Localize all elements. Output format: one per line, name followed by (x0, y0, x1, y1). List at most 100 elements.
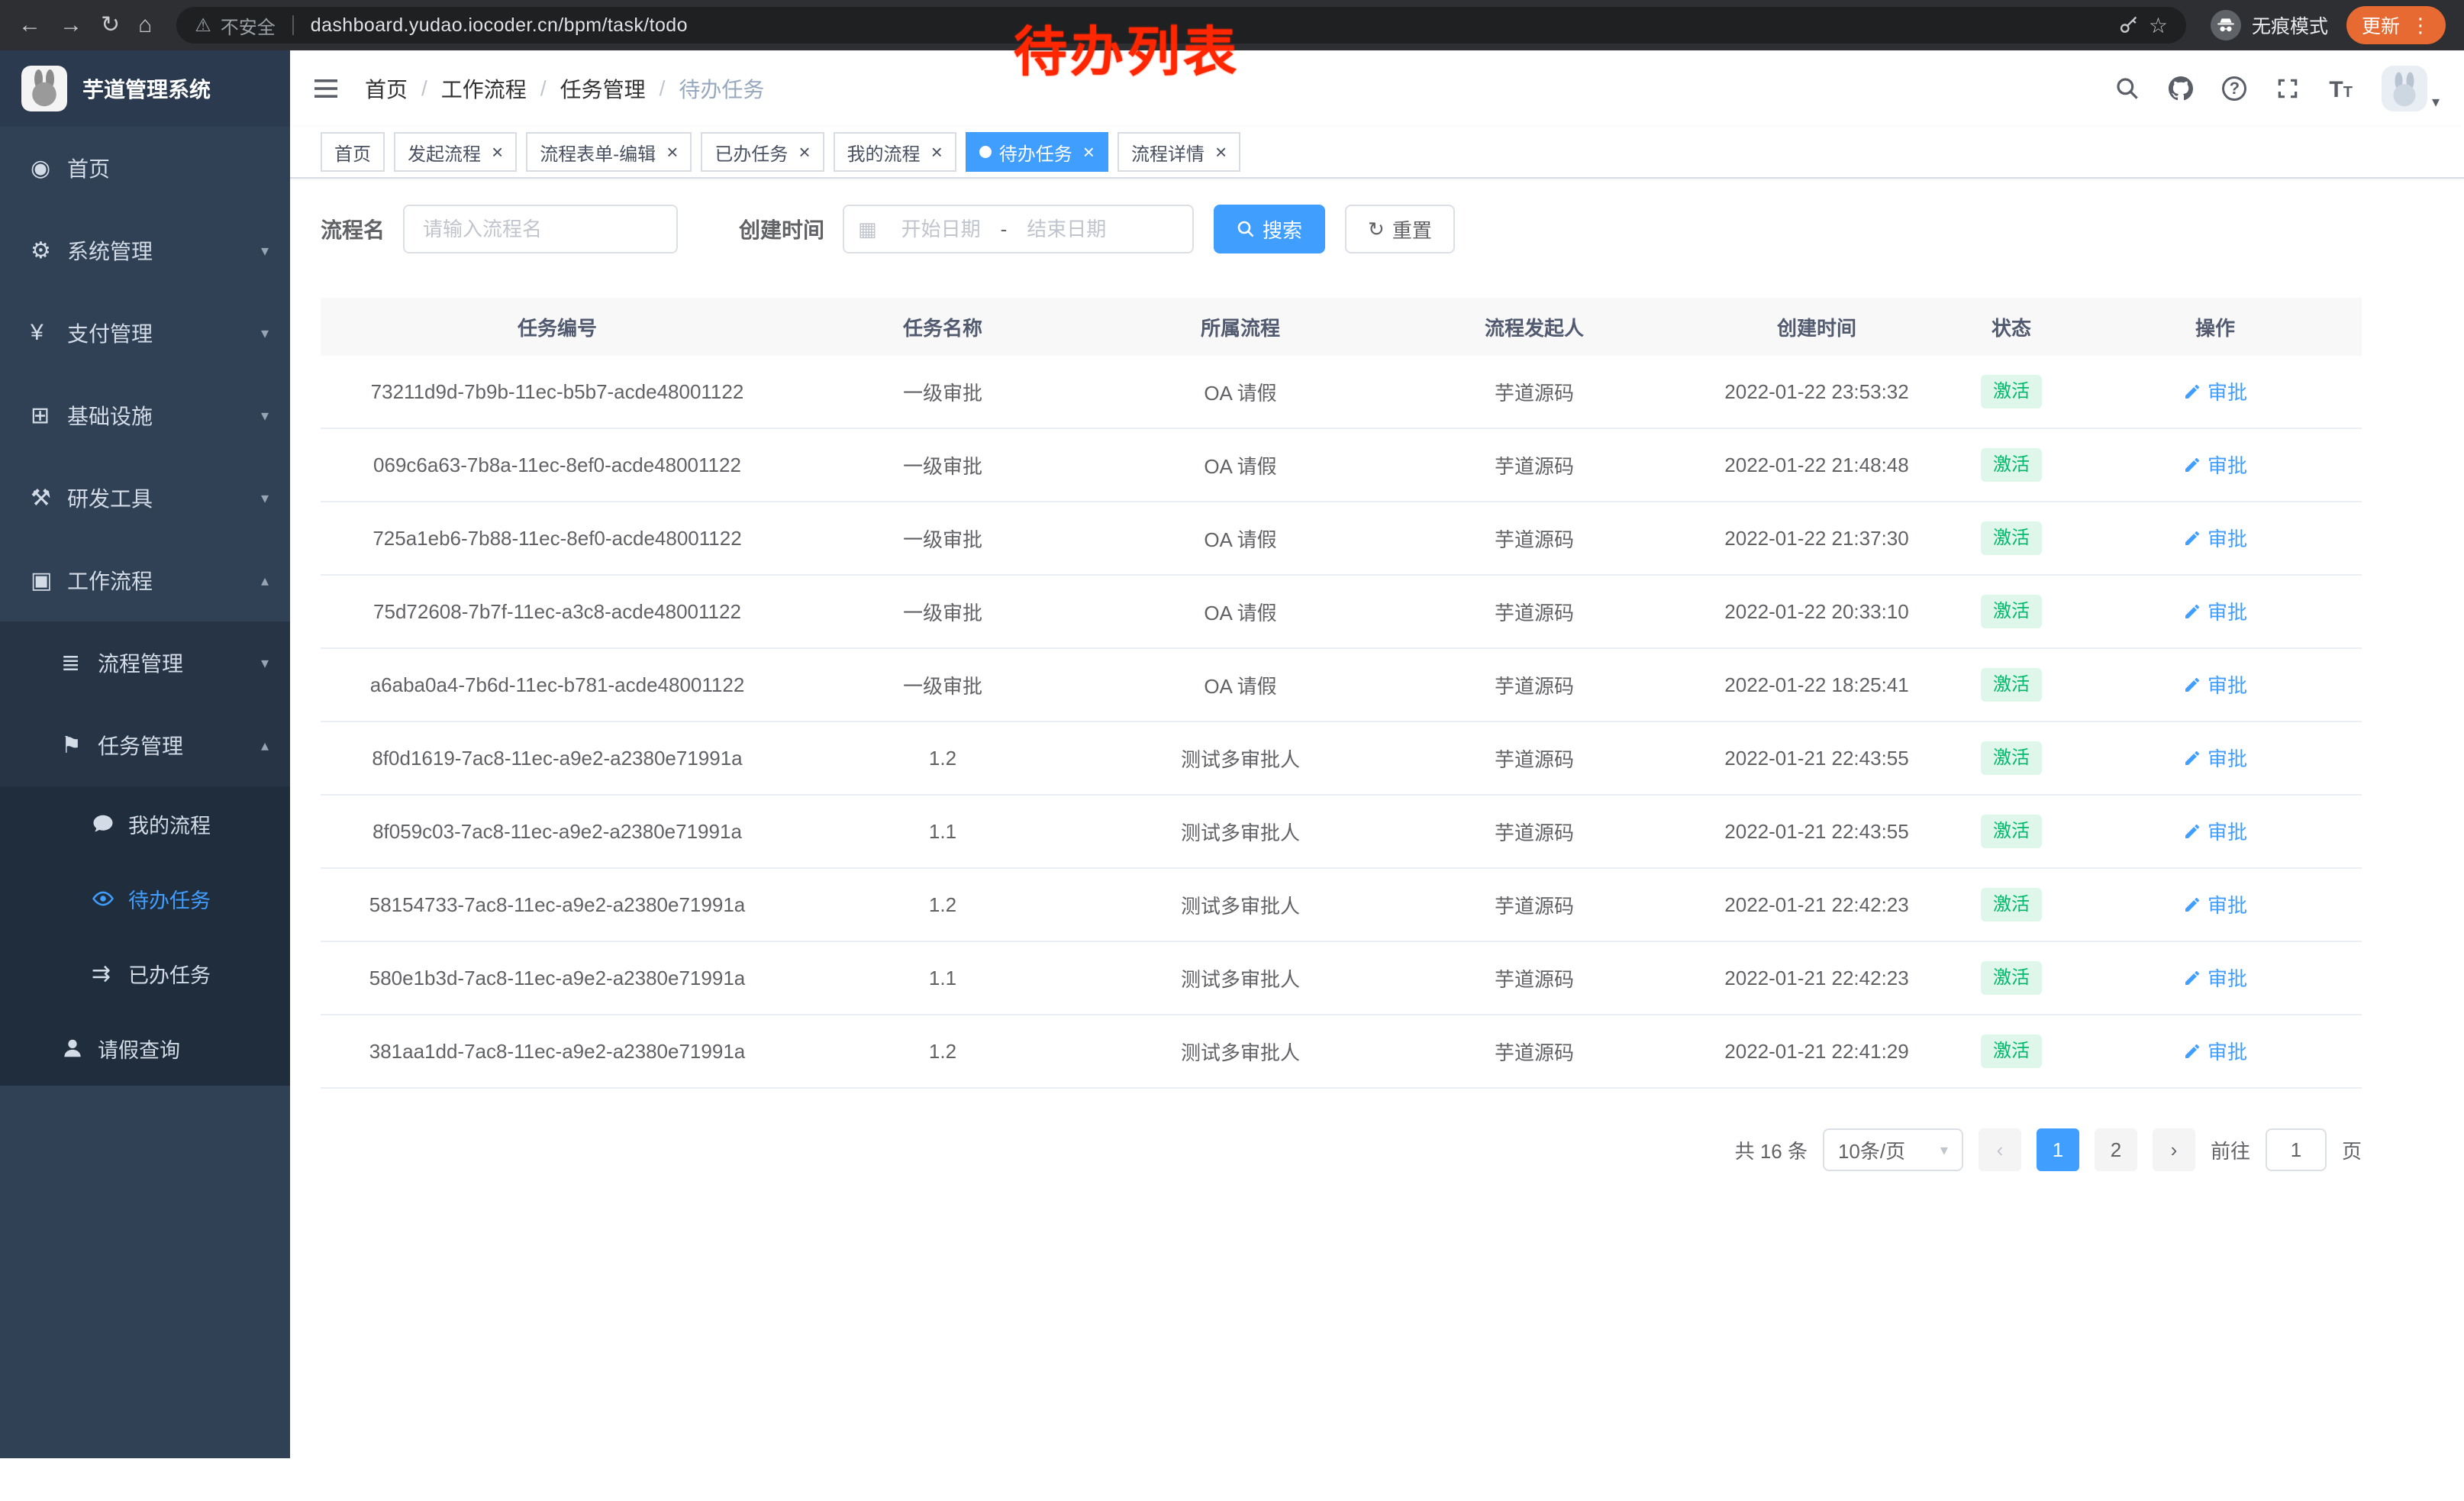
key-icon[interactable] (2118, 15, 2140, 36)
page-size-select[interactable]: 10条/页 ▾ (1823, 1128, 1963, 1171)
approve-button[interactable]: 审批 (2183, 670, 2247, 699)
reload-icon[interactable]: ↻ (101, 14, 120, 37)
user-menu[interactable]: ▾ (2382, 66, 2440, 111)
start-date-input[interactable] (883, 218, 999, 241)
total-count: 共 16 条 (1735, 1136, 1808, 1164)
cell-initiator: 芋道源码 (1389, 525, 1679, 553)
approve-button[interactable]: 审批 (2183, 597, 2247, 625)
tab[interactable]: 流程表单-编辑 × (526, 132, 692, 172)
sidebar-item-todo-tasks[interactable]: 待办任务 (0, 861, 290, 936)
approve-button[interactable]: 审批 (2183, 1037, 2247, 1065)
search-button[interactable]: 搜索 (1214, 205, 1325, 253)
bookmark-star-icon[interactable]: ☆ (2149, 13, 2168, 38)
close-icon[interactable]: × (798, 142, 810, 162)
font-size-icon[interactable]: TT (2329, 75, 2353, 103)
cell-task-name: 1.2 (794, 1040, 1092, 1064)
sidebar-item-infrastructure[interactable]: ⊞ 基础设施 ▾ (0, 374, 290, 457)
approve-button[interactable]: 审批 (2183, 964, 2247, 992)
date-range-picker[interactable]: ▦ - (843, 205, 1194, 253)
approve-button[interactable]: 审批 (2183, 744, 2247, 772)
cell-task-id: 381aa1dd-7ac8-11ec-a9e2-a2380e71991a (321, 1040, 794, 1064)
approve-label: 审批 (2208, 597, 2247, 625)
table-row: 069c6a63-7b8a-11ec-8ef0-acde48001122 一级审… (321, 429, 2362, 502)
avatar[interactable] (2382, 66, 2427, 111)
breadcrumb-workflow[interactable]: 工作流程 (441, 73, 527, 104)
sidebar-item-system[interactable]: ⚙ 系统管理 ▾ (0, 209, 290, 292)
back-icon[interactable]: ← (18, 14, 41, 37)
close-icon[interactable]: × (666, 142, 678, 162)
range-separator: - (999, 218, 1009, 241)
next-page-button[interactable]: › (2153, 1128, 2195, 1171)
home-icon[interactable]: ⌂ (138, 14, 152, 37)
tab[interactable]: 首页 (321, 132, 385, 172)
help-icon[interactable]: ? (2222, 76, 2246, 101)
approve-label: 审批 (2208, 1037, 2247, 1065)
tab[interactable]: 流程详情 × (1118, 132, 1240, 172)
chevron-up-icon: ▴ (261, 571, 269, 590)
sidebar-item-payment[interactable]: ¥ 支付管理 ▾ (0, 292, 290, 374)
cell-action: 审批 (2069, 377, 2362, 406)
browser-menu-icon[interactable]: ⋮ (2411, 14, 2430, 37)
approve-button[interactable]: 审批 (2183, 524, 2247, 552)
list-icon: ≣ (61, 650, 98, 676)
update-button[interactable]: 更新 ⋮ (2346, 6, 2446, 44)
search-icon[interactable] (2115, 76, 2140, 101)
cell-created: 2022-01-21 22:42:23 (1679, 967, 1954, 990)
grid-icon: ⊞ (31, 402, 67, 429)
breadcrumb-task-management[interactable]: 任务管理 (560, 73, 646, 104)
column-status: 状态 (1954, 313, 2069, 341)
process-name-input[interactable] (403, 205, 678, 253)
approve-label: 审批 (2208, 964, 2247, 992)
fullscreen-icon[interactable] (2275, 76, 2300, 101)
approve-button[interactable]: 审批 (2183, 450, 2247, 479)
tab[interactable]: 已办任务 × (701, 132, 824, 172)
collapse-sidebar-icon[interactable] (314, 75, 342, 102)
active-dot (979, 146, 992, 158)
end-date-input[interactable] (1008, 218, 1124, 241)
tab[interactable]: 待办任务 × (966, 132, 1108, 172)
approve-button[interactable]: 审批 (2183, 817, 2247, 845)
sidebar-item-done-tasks[interactable]: ⇉ 已办任务 (0, 936, 290, 1011)
chevron-down-icon: ▾ (261, 489, 269, 508)
cell-task-name: 一级审批 (794, 378, 1092, 406)
cell-initiator: 芋道源码 (1389, 671, 1679, 699)
main-content: 流程名 创建时间 ▦ - 搜索 ↻ 重置 任务编号 任务名称 (290, 180, 2464, 1501)
approve-button[interactable]: 审批 (2183, 377, 2247, 405)
page-number-button[interactable]: 1 (2037, 1128, 2079, 1171)
sidebar-item-home[interactable]: ◉ 首页 (0, 127, 290, 209)
sidebar-item-process-management[interactable]: ≣ 流程管理 ▾ (0, 621, 290, 704)
tab-label: 我的流程 (847, 139, 921, 166)
cell-action: 审批 (2069, 964, 2362, 993)
reset-button[interactable]: ↻ 重置 (1345, 205, 1455, 253)
approve-button[interactable]: 审批 (2183, 890, 2247, 918)
tasks-table: 任务编号 任务名称 所属流程 流程发起人 创建时间 状态 操作 73211d9d… (321, 298, 2362, 1089)
cell-status: 激活 (1954, 1035, 2069, 1067)
close-icon[interactable]: × (1215, 142, 1227, 162)
sidebar-item-my-process[interactable]: 我的流程 (0, 786, 290, 861)
person-icon (61, 1037, 98, 1060)
column-process: 所属流程 (1092, 313, 1389, 341)
forward-icon[interactable]: → (60, 14, 82, 37)
goto-unit-label: 页 (2342, 1136, 2362, 1164)
tab[interactable]: 发起流程 × (394, 132, 517, 172)
cell-task-name: 一级审批 (794, 451, 1092, 479)
sidebar-item-workflow[interactable]: ▣ 工作流程 ▴ (0, 539, 290, 621)
breadcrumb-home[interactable]: 首页 (365, 73, 408, 104)
sidebar-item-devtools[interactable]: ⚒ 研发工具 ▾ (0, 457, 290, 539)
warning-icon: ⚠ (195, 15, 211, 37)
prev-page-button[interactable]: ‹ (1979, 1128, 2021, 1171)
tab[interactable]: 我的流程 × (834, 132, 956, 172)
url-text[interactable]: dashboard.yudao.iocoder.cn/bpm/task/todo (311, 15, 688, 37)
app-logo-row[interactable]: 芋道管理系统 (0, 50, 290, 127)
sidebar-item-task-management[interactable]: ⚑ 任务管理 ▴ (0, 704, 290, 786)
close-icon[interactable]: × (492, 142, 503, 162)
column-action: 操作 (2069, 313, 2362, 341)
close-icon[interactable]: × (1083, 142, 1095, 162)
security-label[interactable]: 不安全 (221, 12, 276, 39)
tools-icon: ⚒ (31, 485, 67, 512)
goto-page-input[interactable] (2266, 1128, 2327, 1171)
github-icon[interactable] (2169, 76, 2193, 101)
page-number-button[interactable]: 2 (2095, 1128, 2137, 1171)
sidebar-item-leave-query[interactable]: 请假查询 (0, 1011, 290, 1086)
close-icon[interactable]: × (931, 142, 943, 162)
